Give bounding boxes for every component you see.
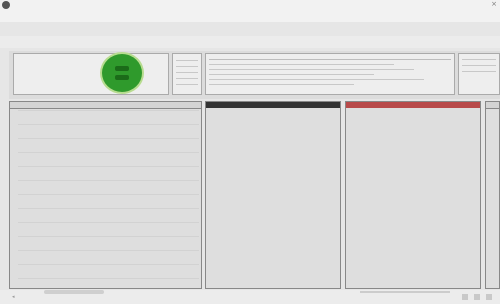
column-header xyxy=(486,102,499,109)
column-grid xyxy=(18,110,199,284)
sheet-nav-icon[interactable]: ◂ xyxy=(12,294,24,302)
app-logo-icon xyxy=(2,1,10,9)
horizontal-scrollbar[interactable] xyxy=(44,290,104,294)
stats-panel xyxy=(172,53,202,95)
column-header xyxy=(346,102,480,108)
details-panel xyxy=(205,53,455,95)
zoom-slider[interactable] xyxy=(360,291,450,293)
side-panel xyxy=(458,53,500,95)
column-panel-1 xyxy=(9,101,202,289)
close-icon[interactable]: × xyxy=(489,0,499,9)
column-panel-4 xyxy=(485,101,500,289)
column-panel-2 xyxy=(205,101,341,289)
column-panel-3 xyxy=(345,101,481,289)
ribbon-toolbar xyxy=(0,36,500,48)
menu-bar xyxy=(12,2,96,8)
view-layout-icon[interactable] xyxy=(474,294,480,300)
status-indicator-icon xyxy=(102,54,142,92)
view-buttons xyxy=(462,294,492,300)
view-page-icon[interactable] xyxy=(486,294,492,300)
view-normal-icon[interactable] xyxy=(462,294,468,300)
info-panel-label xyxy=(16,56,86,61)
column-header xyxy=(10,102,201,109)
column-header xyxy=(206,102,340,108)
